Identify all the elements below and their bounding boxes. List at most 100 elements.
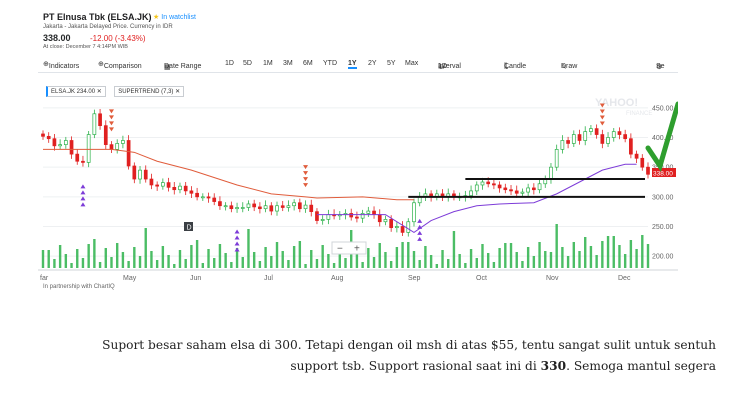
x-tick-label: May	[123, 275, 137, 282]
candle-body	[46, 135, 51, 140]
candle-body	[166, 182, 171, 188]
candle-body	[606, 137, 610, 144]
volume-bar	[47, 250, 50, 268]
candle-body	[86, 134, 91, 163]
volume-bar	[372, 257, 376, 268]
range-6m[interactable]: 6M	[303, 60, 313, 67]
range-1m[interactable]: 1M	[263, 60, 273, 67]
candle-body	[326, 214, 331, 220]
close-icon[interactable]: ✕	[175, 89, 180, 95]
volume-bar	[469, 249, 473, 268]
volume-bar	[635, 249, 638, 268]
settings-label: Se	[656, 63, 665, 70]
support-value: 330	[540, 359, 567, 373]
volume-bar	[252, 252, 256, 268]
volume-bar	[298, 241, 302, 268]
x-tick-label: Jun	[190, 275, 201, 282]
price-chart[interactable]: YAHOO! FINANCE 200.00250.00300.00350.004…	[38, 96, 678, 282]
range-2y[interactable]: 2Y	[368, 60, 377, 67]
range-5y[interactable]: 5Y	[387, 60, 396, 67]
candle-body	[143, 169, 148, 180]
volume-bar	[578, 251, 581, 268]
range-3m[interactable]: 3M	[283, 60, 293, 67]
buy-arrow-icon	[80, 190, 86, 195]
close-info: At close: December 7 4:14PM WIB	[43, 44, 128, 50]
volume-bar	[435, 264, 439, 268]
volume-bar	[53, 259, 56, 268]
candle-body	[400, 226, 405, 233]
watermark-finance: FINANCE	[626, 111, 652, 117]
range-ytd[interactable]: YTD	[323, 60, 337, 67]
candle-body	[286, 205, 291, 208]
candle-body	[275, 205, 279, 212]
volume-bar	[384, 252, 387, 268]
candle-body	[383, 219, 388, 223]
volume-bar	[361, 262, 364, 268]
volume-bar	[150, 251, 153, 268]
candle-body	[280, 205, 285, 208]
volume-bar	[584, 237, 587, 268]
indicator-tag-label: SUPERTREND (7,3)	[118, 89, 174, 95]
candle-body	[132, 165, 137, 180]
volume-bar	[58, 245, 62, 268]
candle-body	[115, 143, 120, 150]
volume-bar	[144, 228, 147, 268]
candle-body	[480, 181, 485, 186]
volume-bar	[110, 257, 113, 268]
volume-bar	[292, 246, 296, 268]
volume-bar	[41, 250, 45, 268]
candle-body	[246, 203, 251, 208]
volume-bar	[121, 252, 125, 268]
range-1y[interactable]: 1Y	[348, 60, 357, 69]
volume-bar	[207, 249, 210, 268]
candle-body	[497, 184, 502, 189]
candle-body	[229, 205, 234, 210]
range-max[interactable]: Max	[405, 60, 418, 67]
candle-body	[646, 166, 650, 175]
close-icon[interactable]: ✕	[97, 89, 102, 95]
candle-body	[320, 219, 325, 221]
zoom-in-button[interactable]: +	[354, 244, 360, 255]
candle-body	[372, 210, 376, 215]
indicators-button[interactable]: ⊕ Indicators	[43, 60, 79, 70]
candles	[41, 109, 650, 237]
volume-bar	[247, 229, 250, 268]
caption-line-2: support tsb. Support rasional saat ini d…	[10, 356, 716, 377]
candle-body	[263, 205, 268, 210]
candle-body	[98, 113, 102, 127]
buy-arrow-icon	[234, 241, 240, 246]
volume-bar	[538, 242, 541, 268]
candle-body	[92, 113, 97, 135]
x-tick-label: Aug	[331, 275, 344, 282]
candle-body	[258, 206, 262, 210]
candle-body	[212, 197, 217, 202]
volume-bar	[401, 242, 404, 268]
candle-body	[269, 205, 274, 212]
candle-body	[206, 196, 211, 199]
volume-bar	[287, 260, 290, 268]
candle-body	[218, 201, 222, 207]
comparison-button[interactable]: ⊕ Comparison	[98, 60, 142, 70]
candle-body	[309, 204, 314, 213]
volume-bar	[315, 259, 319, 268]
volume-bar	[549, 252, 553, 268]
volume-bar	[629, 240, 633, 268]
candle-body	[75, 153, 80, 162]
sell-arrow-icon	[108, 115, 114, 120]
candle-body	[566, 140, 570, 144]
range-1d[interactable]: 1D	[225, 60, 234, 67]
volume-bar	[412, 251, 416, 268]
candle-body	[52, 138, 57, 147]
watchlist-button[interactable]: ★ In watchlist	[153, 13, 196, 21]
volume-bar	[213, 258, 216, 268]
zoom-out-button[interactable]: −	[337, 244, 343, 255]
range-5d[interactable]: 5D	[243, 60, 252, 67]
y-tick-label: 250.00	[652, 224, 674, 231]
candle-body	[395, 226, 399, 229]
volume-bar	[87, 244, 90, 268]
volume-bar	[275, 242, 279, 268]
candle-body	[640, 157, 645, 168]
candle-body	[109, 144, 114, 150]
caption-line-1: Suport besar saham elsa di 300. Tetapi d…	[102, 338, 716, 352]
candle-body	[138, 169, 142, 180]
